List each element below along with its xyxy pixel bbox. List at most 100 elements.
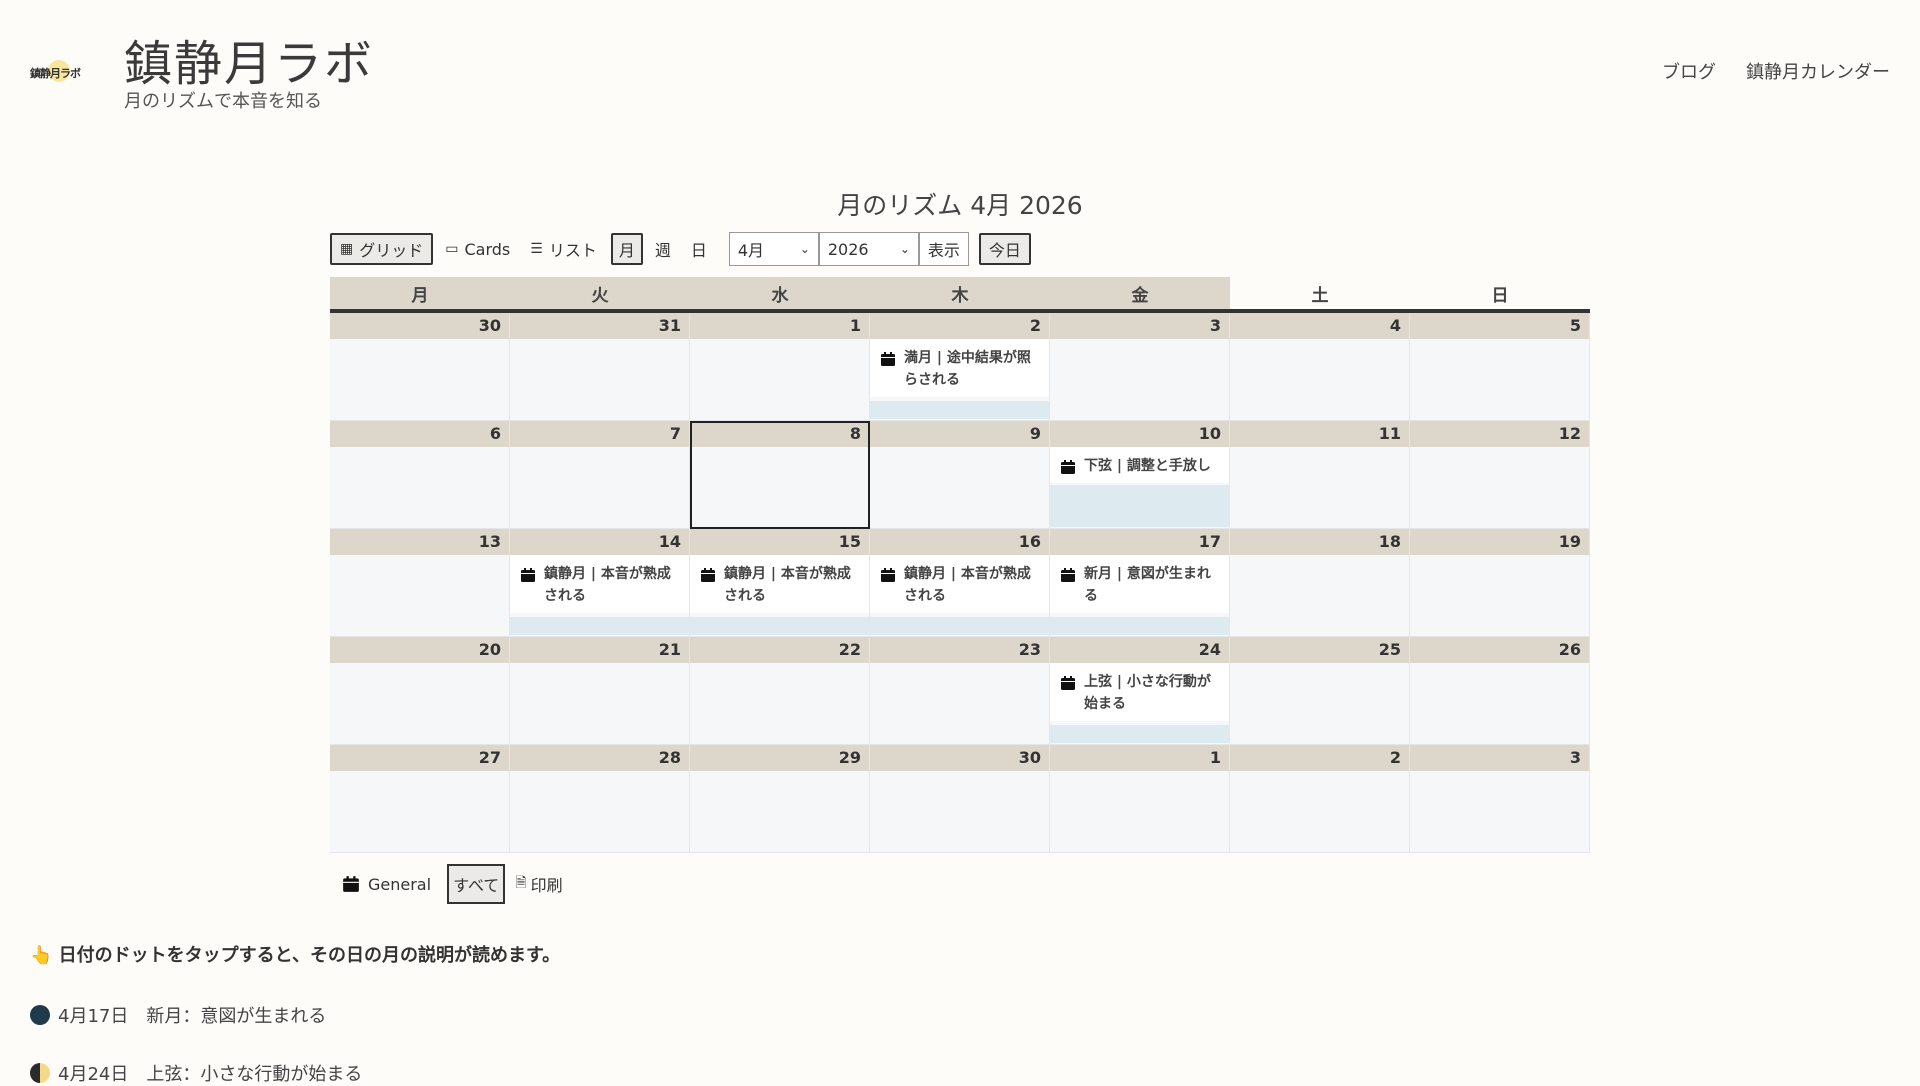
day-number: 5	[1410, 313, 1589, 339]
view-cards-button[interactable]: ▭ Cards	[437, 233, 518, 265]
event-label: 下弦 | 調整と手放し	[1084, 458, 1211, 474]
range-week-button[interactable]: 週	[647, 233, 679, 265]
view-cards-label: Cards	[464, 239, 511, 259]
event-bar	[510, 617, 689, 635]
day-number: 3	[1050, 313, 1229, 339]
moon-note-text: 4月17日 新月：意図が生まれる	[58, 1006, 327, 1027]
day-number: 31	[510, 313, 689, 339]
day-cell[interactable]: 10 下弦 | 調整と手放し	[1050, 421, 1230, 529]
day-cell[interactable]: 18	[1230, 529, 1410, 637]
weekday-wed: 水	[690, 277, 870, 309]
day-cell[interactable]: 12	[1410, 421, 1590, 529]
day-number: 17	[1050, 529, 1229, 555]
new-moon-icon	[30, 1005, 50, 1025]
event-label: 新月 | 意図が生まれる	[1084, 566, 1211, 604]
day-cell[interactable]: 27	[330, 745, 510, 853]
view-list-button[interactable]: ☰ リスト	[522, 233, 605, 265]
event-new-moon[interactable]: 新月 | 意図が生まれる	[1050, 555, 1229, 613]
calendar-icon	[343, 876, 359, 892]
nav-item-blog[interactable]: ブログ	[1662, 58, 1716, 84]
event-calm-moon[interactable]: 鎮静月 | 本音が熟成される	[510, 555, 689, 613]
event-first-quarter[interactable]: 上弦 | 小さな行動が始まる	[1050, 663, 1229, 721]
tap-hint: 👆 日付のドットをタップすると、その日の月の説明が読めます。	[30, 945, 561, 966]
event-bar	[870, 401, 1049, 419]
year-select[interactable]: 2026 ⌄	[818, 232, 919, 266]
event-bar	[1050, 485, 1229, 527]
day-cell[interactable]: 30	[870, 745, 1050, 853]
year-select-value: 2026	[827, 239, 869, 259]
calendar-icon	[881, 352, 895, 366]
day-number: 20	[330, 637, 509, 663]
day-number: 7	[510, 421, 689, 447]
day-cell[interactable]: 11	[1230, 421, 1410, 529]
week-row: 20 21 22 23 24 上弦 | 小さな行動が始まる 25 26	[330, 637, 1590, 745]
day-cell[interactable]: 1	[1050, 745, 1230, 853]
day-cell[interactable]: 24 上弦 | 小さな行動が始まる	[1050, 637, 1230, 745]
day-cell[interactable]: 9	[870, 421, 1050, 529]
event-calm-moon[interactable]: 鎮静月 | 本音が熟成される	[690, 555, 869, 613]
day-number: 11	[1230, 421, 1409, 447]
moon-note-first-quarter[interactable]: 4月24日 上弦：小さな行動が始まる	[30, 1060, 362, 1086]
day-cell[interactable]: 14 鎮静月 | 本音が熟成される	[510, 529, 690, 637]
day-cell[interactable]: 7	[510, 421, 690, 529]
day-cell[interactable]: 31	[510, 313, 690, 421]
day-cell[interactable]: 2	[1230, 745, 1410, 853]
day-number: 8	[690, 421, 869, 447]
day-number: 14	[510, 529, 689, 555]
day-cell[interactable]: 3	[1410, 745, 1590, 853]
range-month-button[interactable]: 月	[610, 233, 643, 265]
site-tagline: 月のリズムで本音を知る	[124, 91, 322, 112]
day-number: 26	[1410, 637, 1589, 663]
day-cell[interactable]: 30	[330, 313, 510, 421]
day-number: 6	[330, 421, 509, 447]
view-grid-button[interactable]: ▦ グリッド	[330, 233, 434, 265]
site-logo[interactable]: 鎮静月ラボ	[30, 60, 94, 82]
event-full-moon[interactable]: 満月 | 途中結果が照らされる	[870, 339, 1049, 397]
event-calm-moon[interactable]: 鎮静月 | 本音が熟成される	[870, 555, 1049, 613]
month-select-value: 4月	[737, 241, 765, 260]
day-number: 25	[1230, 637, 1409, 663]
category-general[interactable]: General	[336, 875, 437, 894]
day-cell[interactable]: 28	[510, 745, 690, 853]
calendar-icon	[1061, 676, 1075, 690]
day-cell[interactable]: 3	[1050, 313, 1230, 421]
day-cell[interactable]: 4	[1230, 313, 1410, 421]
day-cell[interactable]: 6	[330, 421, 510, 529]
day-cell[interactable]: 22	[690, 637, 870, 745]
chevron-down-icon: ⌄	[799, 242, 810, 256]
day-cell[interactable]: 15 鎮静月 | 本音が熟成される	[690, 529, 870, 637]
day-cell[interactable]: 26	[1410, 637, 1590, 745]
day-cell[interactable]: 17 新月 | 意図が生まれる	[1050, 529, 1230, 637]
day-cell[interactable]: 25	[1230, 637, 1410, 745]
day-number: 16	[870, 529, 1049, 555]
day-cell[interactable]: 16 鎮静月 | 本音が熟成される	[870, 529, 1050, 637]
list-icon: ☰	[530, 241, 543, 257]
day-number: 1	[1050, 745, 1229, 771]
moon-note-new[interactable]: 4月17日 新月：意図が生まれる	[30, 1002, 326, 1028]
event-last-quarter[interactable]: 下弦 | 調整と手放し	[1050, 447, 1229, 483]
day-cell[interactable]: 5	[1410, 313, 1590, 421]
day-cell[interactable]: 23	[870, 637, 1050, 745]
event-label: 鎮静月 | 本音が熟成される	[724, 566, 851, 604]
day-cell[interactable]: 13	[330, 529, 510, 637]
print-button[interactable]: 🗎 印刷	[515, 872, 562, 896]
day-cell[interactable]: 19	[1410, 529, 1590, 637]
weekday-sat: 土	[1230, 277, 1410, 309]
nav-item-calendar[interactable]: 鎮静月カレンダー	[1746, 58, 1890, 84]
day-cell[interactable]: 2 満月 | 途中結果が照らされる	[870, 313, 1050, 421]
day-cell-selected[interactable]: 8	[690, 421, 870, 529]
day-cell[interactable]: 21	[510, 637, 690, 745]
range-day-button[interactable]: 日	[683, 233, 715, 265]
month-select[interactable]: 4月 ⌄	[728, 232, 819, 266]
day-cell[interactable]: 20	[330, 637, 510, 745]
day-cell[interactable]: 1	[690, 313, 870, 421]
day-number: 15	[690, 529, 869, 555]
first-quarter-moon-icon	[30, 1063, 50, 1083]
show-button[interactable]: 表示	[918, 232, 969, 266]
filter-all-button[interactable]: すべて	[447, 864, 506, 904]
day-cell[interactable]: 29	[690, 745, 870, 853]
site-title[interactable]: 鎮静月ラボ	[124, 24, 374, 94]
today-button[interactable]: 今日	[978, 233, 1031, 265]
event-label: 上弦 | 小さな行動が始まる	[1084, 674, 1211, 712]
weekday-thu: 木	[870, 277, 1050, 309]
